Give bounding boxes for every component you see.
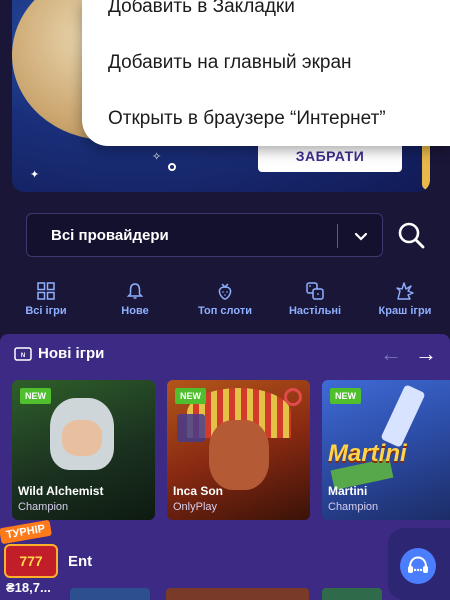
category-table-games[interactable]: Настільні xyxy=(275,282,355,317)
game-logo: Martini xyxy=(328,440,407,467)
chevron-down-icon xyxy=(354,232,368,241)
support-chat-button[interactable] xyxy=(388,528,450,600)
headset-chat-icon xyxy=(400,548,436,584)
category-label: Настільні xyxy=(288,305,342,317)
category-label: Нове xyxy=(121,305,149,317)
game-title: Martini xyxy=(328,484,368,498)
search-icon[interactable] xyxy=(396,220,426,250)
provider-select-value: Всі провайдери xyxy=(51,227,169,244)
game-title: Wild Alchemist xyxy=(18,484,104,498)
browser-context-menu: Добавить в Закладки Добавить на главный … xyxy=(82,0,450,146)
game-provider: Champion xyxy=(18,501,69,513)
category-all-games[interactable]: Всі ігри xyxy=(6,282,86,317)
game-card[interactable]: NEW Inca Son OnlyPlay xyxy=(167,380,310,520)
new-badge: NEW xyxy=(330,388,361,404)
game-card[interactable]: Martini NEW Martini Champion xyxy=(322,380,450,520)
category-new[interactable]: Нове xyxy=(95,282,175,317)
category-top-slots[interactable]: Топ слоти xyxy=(185,282,265,317)
tournament-badge: ТУРНІР xyxy=(0,519,53,545)
arrow-left-icon[interactable]: ← xyxy=(380,343,402,365)
explosion-icon xyxy=(396,282,414,300)
tournament-widget[interactable]: ТУРНІР 777 ₴18,7... xyxy=(0,518,66,600)
section-title: Ent xyxy=(68,553,93,570)
category-crash-games[interactable]: Краш ігри xyxy=(365,282,445,317)
bell-icon xyxy=(126,283,144,299)
category-label: Краш ігри xyxy=(378,305,432,317)
strawberry-icon xyxy=(218,283,232,300)
category-label: Всі ігри xyxy=(25,305,67,317)
divider xyxy=(337,224,338,248)
new-badge: NEW xyxy=(175,388,206,404)
game-provider: Champion xyxy=(328,501,379,513)
dice-icon xyxy=(306,282,324,300)
game-artwork xyxy=(62,420,102,456)
crossed-swords-icon xyxy=(177,414,205,442)
new-badge: NEW xyxy=(20,388,51,404)
grid-icon xyxy=(37,282,55,300)
menu-item-open-in-browser[interactable]: Открыть в браузере “Интернет” xyxy=(108,108,386,130)
svg-text:N: N xyxy=(21,353,25,359)
new-tv-icon: N xyxy=(14,347,32,361)
slot-reels: 777 xyxy=(4,544,58,578)
game-card[interactable]: NEW Wild Alchemist Champion xyxy=(12,380,155,520)
menu-item-add-bookmark[interactable]: Добавить в Закладки xyxy=(108,0,295,18)
section-title: Нові ігри xyxy=(38,345,105,362)
target-icon xyxy=(284,388,302,406)
category-nav: Всі ігри Нове Топ слоти Настільні Краш і… xyxy=(0,282,450,326)
sparkle-icon: ✦ xyxy=(30,169,40,181)
game-title: Inca Son xyxy=(173,484,224,498)
arrow-right-icon[interactable]: → xyxy=(415,343,437,365)
carousel-dot[interactable] xyxy=(168,163,176,171)
game-card-preview[interactable] xyxy=(70,588,150,600)
provider-select[interactable]: Всі провайдери xyxy=(26,213,383,257)
game-provider: OnlyPlay xyxy=(173,501,218,513)
game-artwork xyxy=(380,384,426,448)
game-card-preview[interactable] xyxy=(322,588,382,600)
tournament-prize: ₴18,7... xyxy=(6,580,51,595)
game-card-preview[interactable] xyxy=(166,588,309,600)
category-label: Топ слоти xyxy=(197,305,252,317)
menu-item-add-home-screen[interactable]: Добавить на главный экран xyxy=(108,52,352,74)
game-artwork xyxy=(209,420,269,490)
sparkle-icon: ✧ xyxy=(152,151,162,163)
